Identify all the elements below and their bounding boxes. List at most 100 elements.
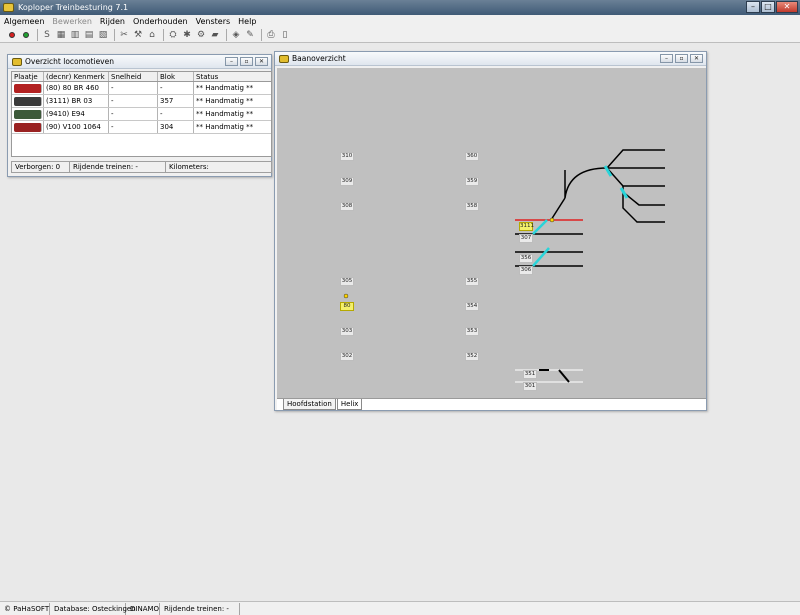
block-label-354[interactable]: 354 [465, 302, 479, 311]
tool3-icon[interactable]: ⛭ [167, 29, 179, 41]
status-copyright: © PaHaSOFT [0, 602, 50, 615]
toolbar: S ▦ ▥ ▤ ▧ ✂ ⚒ ⌂ ⛭ ✱ ⚙ ▰ ◈ ✎ ⎙ ▯ [0, 27, 800, 43]
table-row[interactable]: (80) 80 BR 460- - ** Handmatig ** [12, 82, 271, 95]
cell-blok: - [158, 82, 194, 94]
track-layout [343, 149, 665, 383]
print-icon[interactable]: ⎙ [265, 29, 277, 41]
tool1-icon[interactable]: ✂ [118, 29, 130, 41]
close-icon[interactable]: ✕ [690, 54, 703, 63]
app-title: Koploper Treinbesturing 7.1 [18, 3, 129, 12]
column-header-snelheid[interactable]: Snelheid [109, 72, 158, 81]
restore-icon[interactable]: ▫ [675, 54, 688, 63]
menu-bewerken[interactable]: Bewerken [52, 17, 92, 26]
menu-vensters[interactable]: Vensters [196, 17, 231, 26]
rijdende-treinen: Rijdende treinen: - [70, 162, 166, 172]
tool4-icon[interactable]: ✱ [181, 29, 193, 41]
tab-helix[interactable]: Helix [336, 399, 363, 410]
track-window-titlebar[interactable]: Baanoverzicht – ▫ ✕ [275, 52, 706, 66]
maximize-icon[interactable]: □ [761, 1, 775, 13]
toolbar-separator [226, 28, 227, 41]
cell-snelheid: - [109, 121, 158, 133]
column-header-status[interactable]: Status [194, 72, 271, 81]
block-label-305[interactable]: 305 [340, 277, 354, 286]
column-header-blok[interactable]: Blok [158, 72, 194, 81]
block-label-306[interactable]: 306 [519, 266, 533, 275]
block-label-351[interactable]: 351 [523, 370, 537, 379]
tool2-icon[interactable]: ⚒ [132, 29, 144, 41]
block-label-359[interactable]: 359 [465, 177, 479, 186]
block-label-3111[interactable]: 3111 [519, 222, 534, 231]
block-label-358[interactable]: 358 [465, 202, 479, 211]
loco-window-titlebar[interactable]: Overzicht locomotieven – ▫ ✕ [8, 55, 271, 69]
minimize-icon[interactable]: – [660, 54, 673, 63]
cell-status: ** Handmatig ** [196, 97, 254, 105]
cell-blok: 357 [158, 95, 194, 107]
tool5-icon[interactable]: ⚙ [195, 29, 207, 41]
loco-icon[interactable]: ▰ [209, 29, 221, 41]
grid4-icon[interactable]: ▧ [97, 29, 109, 41]
block-label-353[interactable]: 353 [465, 327, 479, 336]
tab-hoofdstation[interactable]: Hoofdstation [283, 399, 336, 410]
loco-overview-window[interactable]: Overzicht locomotieven – ▫ ✕ Plaatje (de… [7, 54, 272, 177]
cell-snelheid: - [109, 82, 158, 94]
menu-algemeen[interactable]: Algemeen [4, 17, 44, 26]
status-rijdende-treinen: Rijdende treinen: - [160, 602, 240, 615]
block-label-310[interactable]: 310 [340, 152, 354, 161]
track-line [558, 369, 570, 383]
track-canvas[interactable]: 310 309 308 305 80 303 302 360 359 358 355 354 353 35… [277, 68, 706, 398]
track-overview-window[interactable]: Baanoverzicht – ▫ ✕ 310 309 308 305 80 3… [274, 51, 707, 411]
track-line [622, 186, 665, 206]
menu-rijden[interactable]: Rijden [100, 17, 125, 26]
close-icon[interactable]: ✕ [776, 1, 798, 13]
column-header-kenmerk[interactable]: (decnr) Kenmerk [44, 72, 109, 81]
window-controls: – □ ✕ [746, 1, 798, 13]
switch-marker [619, 187, 629, 199]
lock-icon[interactable]: ⌂ [146, 29, 158, 41]
block-label-360[interactable]: 360 [465, 152, 479, 161]
column-header-plaatje[interactable]: Plaatje [12, 72, 44, 81]
cell-snelheid: - [109, 95, 158, 107]
s-icon[interactable]: S [41, 29, 53, 41]
minimize-icon[interactable]: – [746, 1, 760, 13]
cell-kenmerk: (80) 80 BR 460 [44, 82, 109, 94]
toolbar-separator [114, 28, 115, 41]
block-label-355[interactable]: 355 [465, 277, 479, 286]
block-label-352[interactable]: 352 [465, 352, 479, 361]
toolbar-separator [163, 28, 164, 41]
restore-icon[interactable]: ▫ [240, 57, 253, 66]
loco-picture-cell [12, 108, 44, 120]
app-icon [3, 3, 14, 12]
grid2-icon[interactable]: ▥ [69, 29, 81, 41]
tool6-icon[interactable]: ◈ [230, 29, 242, 41]
block-label-302[interactable]: 302 [340, 352, 354, 361]
table-row[interactable]: (90) V100 1064-304 ** Handmatig ** [12, 121, 271, 134]
block-label-356[interactable]: 356 [519, 254, 533, 263]
tool7-icon[interactable]: ✎ [244, 29, 256, 41]
minimize-icon[interactable]: – [225, 57, 238, 66]
table-row[interactable]: (3111) BR 03-357 ** Handmatig ** [12, 95, 271, 108]
block-label-80[interactable]: 80 [340, 302, 354, 311]
table-row[interactable]: (9410) E94- - ** Handmatig ** [12, 108, 271, 121]
block-label-301[interactable]: 301 [523, 382, 537, 391]
loco-picture-cell [12, 95, 44, 107]
status-interface: DINAMO [126, 602, 160, 615]
grid1-icon[interactable]: ▦ [55, 29, 67, 41]
page-icon[interactable]: ▯ [279, 29, 291, 41]
block-label-308[interactable]: 308 [340, 202, 354, 211]
signal-red-icon[interactable] [6, 29, 18, 41]
close-icon[interactable]: ✕ [255, 57, 268, 66]
window-icon [279, 54, 289, 63]
signal-green-icon[interactable] [20, 29, 32, 41]
grid3-icon[interactable]: ▤ [83, 29, 95, 41]
cell-status: ** Handmatig ** [196, 84, 254, 92]
block-label-307[interactable]: 307 [519, 234, 533, 243]
track-line [606, 149, 665, 169]
switch-marker [532, 247, 550, 267]
block-label-309[interactable]: 309 [340, 177, 354, 186]
block-label-303[interactable]: 303 [340, 327, 354, 336]
menu-help[interactable]: Help [238, 17, 256, 26]
signal-red-dot [9, 31, 15, 38]
cell-kenmerk: (9410) E94 [44, 108, 109, 120]
status-bar: © PaHaSOFT Database: Osteckingen DINAMO … [0, 601, 800, 615]
menu-onderhouden[interactable]: Onderhouden [133, 17, 188, 26]
